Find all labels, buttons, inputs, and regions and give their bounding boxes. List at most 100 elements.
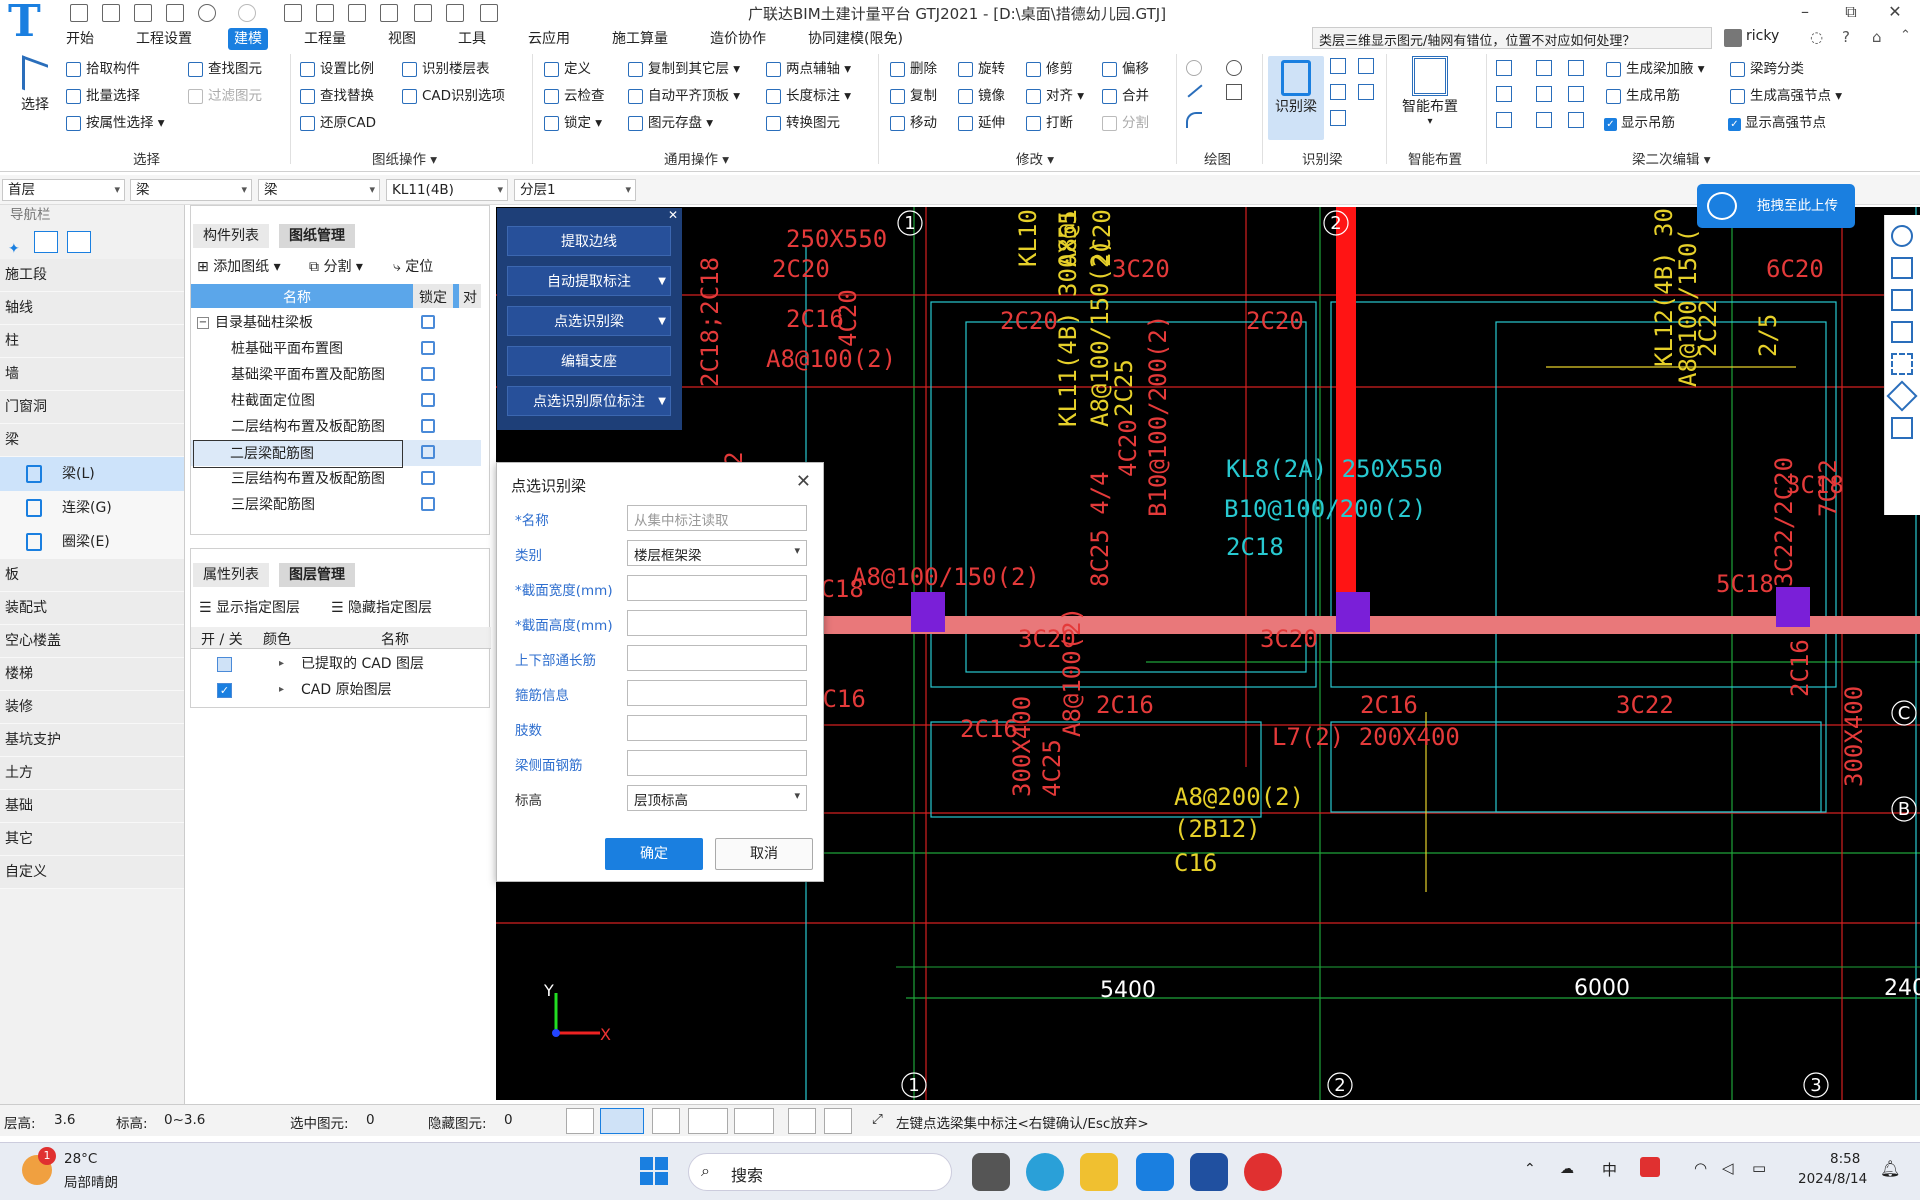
angle-toggle[interactable]: [688, 1108, 728, 1134]
cad-annotation[interactable]: A8@200(2): [1174, 783, 1304, 811]
lock-icon[interactable]: [421, 471, 435, 485]
copy-to-floor-button[interactable]: 复制到其它层 ▾: [626, 58, 740, 80]
cad-annotation[interactable]: 7C22: [1814, 459, 1842, 517]
sum-icon[interactable]: [284, 4, 302, 22]
menu-item[interactable]: 建模: [228, 28, 268, 50]
open-folder-icon[interactable]: [134, 4, 152, 22]
split-drawing-button[interactable]: ⧉ 分割 ▾: [309, 256, 363, 276]
cad-annotation[interactable]: 4C20: [834, 289, 862, 347]
cube-icon[interactable]: [1891, 321, 1913, 343]
beam-edit-icon-4[interactable]: [1496, 86, 1512, 102]
cancel-button[interactable]: 取消: [715, 838, 813, 870]
restore-button[interactable]: ⧉: [1836, 2, 1866, 24]
move-button[interactable]: 移动: [888, 112, 937, 134]
cross-toggle[interactable]: [652, 1108, 680, 1134]
category-select[interactable]: 梁: [130, 179, 252, 201]
view-cube-icon[interactable]: [1886, 380, 1918, 412]
cad-app-icon[interactable]: [1190, 1153, 1228, 1191]
find-replace-button[interactable]: 查找替换: [298, 85, 374, 107]
group-label-drawing[interactable]: 图纸操作 ▾: [372, 148, 437, 168]
extend-button[interactable]: 延伸: [956, 112, 1005, 134]
beam-edit-icon-6[interactable]: [1568, 86, 1584, 102]
ok-button[interactable]: 确定: [605, 838, 703, 870]
cad-annotation[interactable]: 4C25: [1038, 739, 1066, 797]
list-view-icon[interactable]: [34, 231, 59, 253]
identify-tool-icon-3[interactable]: [1330, 84, 1346, 100]
beam-edit-icon-3[interactable]: [1568, 60, 1584, 76]
line-icon[interactable]: [1187, 84, 1203, 98]
track-toggle[interactable]: [824, 1108, 852, 1134]
show-layer-button[interactable]: ☰ 显示指定图层: [199, 597, 300, 617]
break-button[interactable]: 打断: [1024, 112, 1073, 134]
dialog-select[interactable]: 楼层框架梁: [627, 540, 807, 566]
cad-annotation[interactable]: 2C20: [1246, 307, 1304, 335]
drawing-row[interactable]: 三层梁配筋图: [191, 492, 481, 518]
show-hanger-checkbox[interactable]: ✓ 显示吊筋: [1604, 112, 1675, 134]
nav-category[interactable]: 自定义: [0, 856, 184, 889]
close-button[interactable]: ✕: [1880, 2, 1910, 24]
home-icon[interactable]: ⌂: [1872, 28, 1882, 46]
cad-annotation[interactable]: 2C16: [1360, 691, 1418, 719]
smart-layout-button[interactable]: 智能布置 ▾: [1394, 56, 1466, 127]
align-button[interactable]: 对齐 ▾: [1024, 85, 1084, 107]
cad-annotation[interactable]: KL8(2A) 250X550: [1226, 455, 1443, 483]
length-dimension-button[interactable]: 长度标注 ▾: [764, 85, 851, 107]
menu-item[interactable]: 协同建模(限免): [802, 28, 909, 50]
cad-annotation[interactable]: KL10: [1014, 209, 1042, 267]
lock-icon[interactable]: [421, 341, 435, 355]
identify-beam-button[interactable]: 识别梁: [1268, 56, 1324, 140]
dropdown-arrow-icon[interactable]: ▼: [658, 267, 666, 297]
grid-icon[interactable]: [380, 4, 398, 22]
beam-edit-icon-9[interactable]: [1568, 112, 1584, 128]
beam-edit-icon-7[interactable]: [1496, 112, 1512, 128]
nav-category[interactable]: 其它: [0, 823, 184, 856]
two-point-axis-button[interactable]: 两点辅轴 ▾: [764, 58, 851, 80]
drawing-row[interactable]: 柱截面定位图: [191, 388, 481, 414]
cad-annotation[interactable]: B10@100/200(2): [1224, 495, 1426, 523]
identify-tool-button[interactable]: 编辑支座: [507, 346, 671, 376]
start-icon[interactable]: [640, 1157, 668, 1185]
delete-button[interactable]: 删除: [888, 58, 937, 80]
dialog-input[interactable]: [627, 575, 807, 601]
floor-select[interactable]: 首层: [2, 179, 125, 201]
menu-item[interactable]: 工程设置: [130, 28, 198, 50]
lock-icon[interactable]: [421, 419, 435, 433]
drawing-row[interactable]: 二层结构布置及板配筋图: [191, 414, 481, 440]
edit-icon[interactable]: [414, 4, 432, 22]
edge-icon[interactable]: [1026, 1153, 1064, 1191]
cad-annotation[interactable]: A8@100(2): [1058, 607, 1086, 737]
convert-element-button[interactable]: 转换图元: [764, 112, 840, 134]
clock-icon[interactable]: [1226, 60, 1242, 76]
lock-icon[interactable]: [421, 497, 435, 511]
nav-category[interactable]: 板: [0, 559, 184, 592]
cad-annotation[interactable]: 2C18;2C18: [696, 257, 724, 387]
tab-component-list[interactable]: 构件列表: [193, 224, 269, 248]
save-element-button[interactable]: 图元存盘 ▾: [626, 112, 713, 134]
offset-button[interactable]: 偏移: [1100, 58, 1149, 80]
onedrive-icon[interactable]: ☁: [1560, 1161, 1574, 1177]
nav-category[interactable]: 基坑支护: [0, 724, 184, 757]
nav-sub-item[interactable]: 梁(L): [0, 457, 184, 491]
gtj-app-icon[interactable]: [1136, 1153, 1174, 1191]
identify-floor-table-button[interactable]: 识别楼层表: [400, 58, 490, 80]
tab-layer-management[interactable]: 图层管理: [279, 563, 355, 587]
dropdown-arrow-icon[interactable]: ▼: [658, 387, 666, 417]
nav-category[interactable]: 土方: [0, 757, 184, 790]
rotate-button[interactable]: 旋转: [956, 58, 1005, 80]
select-button[interactable]: 选择: [18, 55, 52, 114]
cad-annotation[interactable]: 2C22: [1694, 299, 1722, 357]
tray-chevron-icon[interactable]: ⌃: [1524, 1161, 1536, 1177]
menu-item[interactable]: 云应用: [522, 28, 576, 50]
hide-layer-button[interactable]: ☰ 隐藏指定图层: [331, 597, 432, 617]
dialog-select[interactable]: 层顶标高: [627, 785, 807, 811]
weather-temp[interactable]: 28°C: [64, 1151, 97, 1167]
identify-tool-button[interactable]: 点选识别梁 ▼: [507, 306, 671, 336]
cad-annotation[interactable]: 4C20: [1114, 419, 1142, 477]
group-label-secondary[interactable]: 梁二次编辑 ▾: [1632, 148, 1711, 168]
component-select[interactable]: KL11(4B): [386, 179, 508, 201]
drawing-row[interactable]: 二层梁配筋图: [191, 440, 481, 468]
clock-time[interactable]: 8:58: [1830, 1151, 1860, 1167]
cad-annotation[interactable]: 300X400: [1840, 686, 1868, 787]
snap-toggle[interactable]: [734, 1108, 774, 1134]
beam-edit-icon-1[interactable]: [1496, 60, 1512, 76]
